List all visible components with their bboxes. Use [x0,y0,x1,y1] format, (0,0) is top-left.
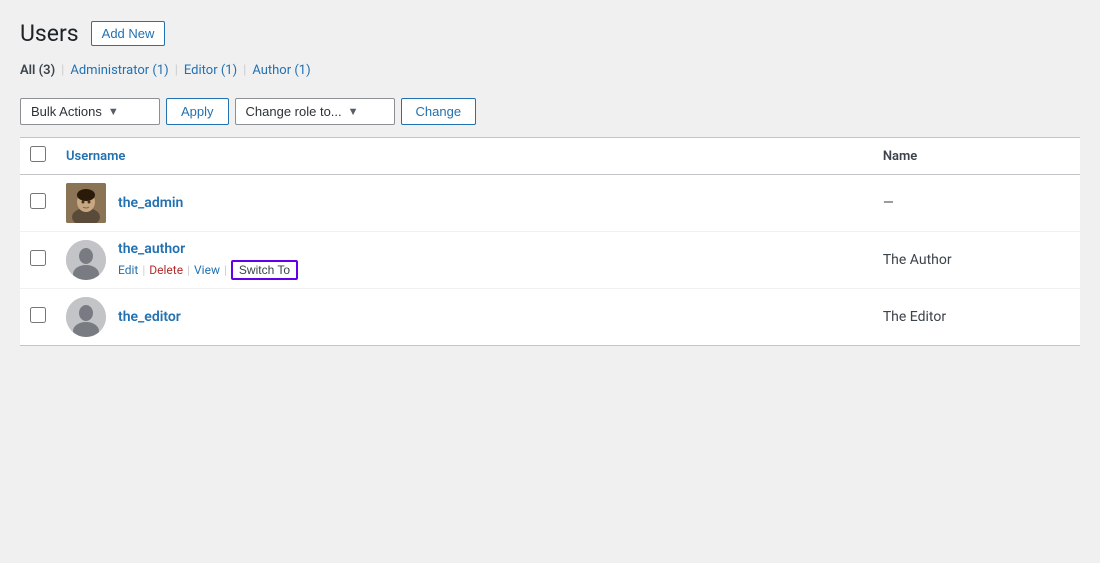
apply-button[interactable]: Apply [166,98,229,125]
row-checkbox-cell [20,175,56,232]
page-title: Users [20,20,79,47]
table-row: the_author Edit | Delete | View | Switch… [20,232,1080,289]
filter-links: All (3) | Administrator (1) | Editor (1)… [20,63,1080,78]
toolbar: Bulk Actions ▼ Apply Change role to... ▼… [20,90,1080,133]
bulk-actions-chevron-icon: ▼ [108,106,119,118]
switch-to-button-author[interactable]: Switch To [231,260,298,280]
row-checkbox-cell-editor [20,289,56,346]
row-checkbox-author[interactable] [30,250,46,266]
sep-delete-view: | [187,263,190,277]
avatar-photo-svg [66,183,106,223]
edit-link-author[interactable]: Edit [118,263,138,277]
name-cell-author: The Author [873,232,1080,289]
name-value-editor: The Editor [883,309,946,325]
user-actions-author: Edit | Delete | View | Switch To [118,260,298,280]
username-cell-admin: the_admin [56,175,873,232]
avatar-author [66,240,106,280]
select-all-checkbox[interactable] [30,146,46,162]
username-link-author[interactable]: the_author [118,241,298,257]
username-cell-editor: the_editor [56,289,873,346]
avatar-admin [66,183,106,223]
add-new-button[interactable]: Add New [91,21,166,46]
filter-administrator[interactable]: Administrator (1) [70,63,168,78]
table-row: the_editor The Editor [20,289,1080,346]
name-header: Name [873,138,1080,175]
table-row: the_admin — [20,175,1080,232]
sep-1: | [61,63,64,78]
row-checkbox-admin[interactable] [30,193,46,209]
username-cell-author: the_author Edit | Delete | View | Switch… [56,232,873,289]
change-button[interactable]: Change [401,98,477,125]
sep-2: | [175,63,178,78]
row-checkbox-cell-author [20,232,56,289]
sep-3: | [243,63,246,78]
select-all-header [20,138,56,175]
users-table: Username Name [20,137,1080,346]
filter-all[interactable]: All (3) [20,63,55,78]
username-link-editor[interactable]: the_editor [118,309,181,325]
avatar-silhouette-editor [66,297,106,337]
username-header[interactable]: Username [56,138,873,175]
change-role-chevron-icon: ▼ [348,106,359,118]
view-link-author[interactable]: View [194,263,220,277]
row-checkbox-editor[interactable] [30,307,46,323]
username-link-admin[interactable]: the_admin [118,195,183,211]
avatar-editor [66,297,106,337]
bulk-actions-label: Bulk Actions [31,104,102,119]
change-role-button[interactable]: Change role to... ▼ [235,98,395,125]
name-value-admin: — [883,195,894,211]
change-role-label: Change role to... [246,104,342,119]
name-value-author: The Author [883,252,952,268]
sep-edit-delete: | [142,263,145,277]
filter-author[interactable]: Author (1) [252,63,310,78]
delete-link-author[interactable]: Delete [149,263,183,277]
avatar-silhouette-author [66,240,106,280]
name-cell-admin: — [873,175,1080,232]
filter-editor[interactable]: Editor (1) [184,63,237,78]
sep-view-switch: | [224,263,227,277]
name-cell-editor: The Editor [873,289,1080,346]
bulk-actions-button[interactable]: Bulk Actions ▼ [20,98,160,125]
